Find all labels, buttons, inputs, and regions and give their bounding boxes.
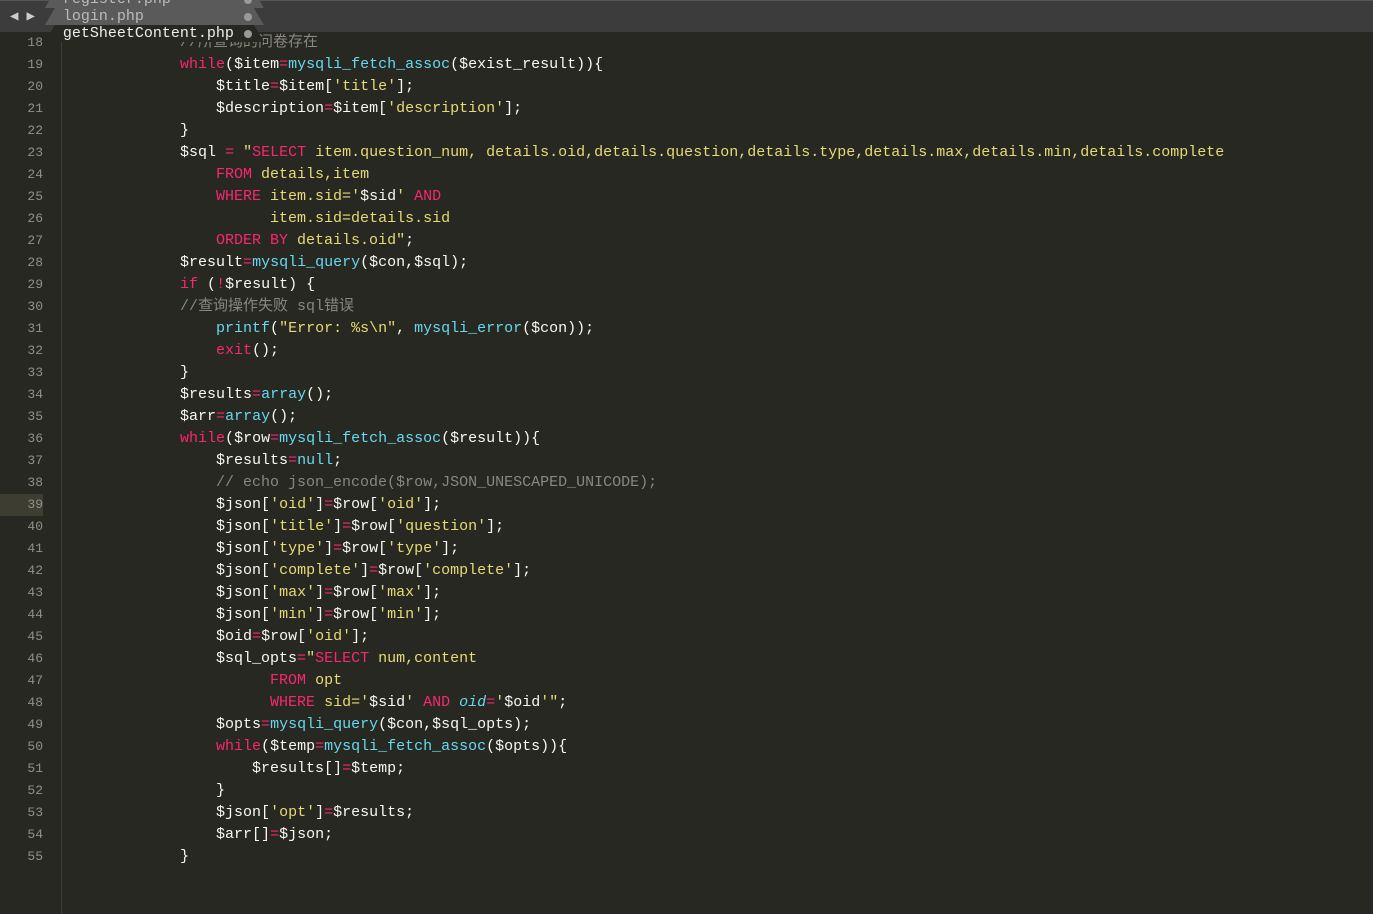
line-number: 36	[0, 428, 43, 450]
code-line[interactable]: FROM opt	[72, 670, 1373, 692]
code-line[interactable]: $results=null;	[72, 450, 1373, 472]
tab-bar: ◀ ▶ register.phplogin.phpgetSheetContent…	[0, 0, 1373, 32]
tab-label: getSheetContent.php	[63, 25, 234, 42]
line-number: 42	[0, 560, 43, 582]
line-number-gutter: 1819202122232425262728293031323334353637…	[0, 32, 62, 914]
line-number: 26	[0, 208, 43, 230]
code-line[interactable]: exit();	[72, 340, 1373, 362]
line-number: 33	[0, 362, 43, 384]
code-line[interactable]: $json['title']=$row['question'];	[72, 516, 1373, 538]
line-number: 51	[0, 758, 43, 780]
line-number: 52	[0, 780, 43, 802]
code-line[interactable]: }	[72, 780, 1373, 802]
code-line[interactable]: //查询操作失败 sql错误	[72, 296, 1373, 318]
code-line[interactable]: WHERE item.sid='$sid' AND	[72, 186, 1373, 208]
code-line[interactable]: printf("Error: %s\n", mysqli_error($con)…	[72, 318, 1373, 340]
line-number: 44	[0, 604, 43, 626]
code-line[interactable]: WHERE sid='$sid' AND oid='$oid'";	[72, 692, 1373, 714]
line-number: 21	[0, 98, 43, 120]
tabs-container: register.phplogin.phpgetSheetContent.php	[45, 0, 266, 42]
code-line[interactable]: $sql = "SELECT item.question_num, detail…	[72, 142, 1373, 164]
code-line[interactable]: // echo json_encode($row,JSON_UNESCAPED_…	[72, 472, 1373, 494]
line-number: 48	[0, 692, 43, 714]
code-line[interactable]: FROM details,item	[72, 164, 1373, 186]
line-number: 28	[0, 252, 43, 274]
code-line[interactable]: }	[72, 846, 1373, 868]
line-number: 31	[0, 318, 43, 340]
code-line[interactable]: $arr=array();	[72, 406, 1373, 428]
line-number: 23	[0, 142, 43, 164]
tab-label: login.php	[63, 8, 144, 25]
dirty-indicator-icon[interactable]	[244, 0, 252, 4]
tab-register-php[interactable]: register.php	[45, 0, 264, 8]
code-line[interactable]: $sql_opts="SELECT num,content	[72, 648, 1373, 670]
line-number: 43	[0, 582, 43, 604]
line-number: 18	[0, 32, 43, 54]
tab-getSheetContent-php[interactable]: getSheetContent.php	[45, 25, 264, 42]
code-line[interactable]: $json['max']=$row['max'];	[72, 582, 1373, 604]
code-line[interactable]: while($temp=mysqli_fetch_assoc($opts)){	[72, 736, 1373, 758]
line-number: 27	[0, 230, 43, 252]
line-number: 32	[0, 340, 43, 362]
code-line[interactable]: //所查询的问卷存在	[72, 32, 1373, 54]
line-number: 19	[0, 54, 43, 76]
line-number: 30	[0, 296, 43, 318]
code-line[interactable]: $json['complete']=$row['complete'];	[72, 560, 1373, 582]
code-line[interactable]: item.sid=details.sid	[72, 208, 1373, 230]
code-line[interactable]: $title=$item['title'];	[72, 76, 1373, 98]
code-line[interactable]: }	[72, 362, 1373, 384]
code-line[interactable]: ORDER BY details.oid";	[72, 230, 1373, 252]
code-line[interactable]: $arr[]=$json;	[72, 824, 1373, 846]
line-number: 22	[0, 120, 43, 142]
dirty-indicator-icon[interactable]	[244, 13, 252, 21]
line-number: 35	[0, 406, 43, 428]
code-line[interactable]: $result=mysqli_query($con,$sql);	[72, 252, 1373, 274]
line-number: 47	[0, 670, 43, 692]
code-line[interactable]: if (!$result) {	[72, 274, 1373, 296]
line-number: 20	[0, 76, 43, 98]
back-arrow-icon[interactable]: ◀	[10, 8, 18, 25]
code-line[interactable]: $description=$item['description'];	[72, 98, 1373, 120]
line-number: 29	[0, 274, 43, 296]
line-number: 25	[0, 186, 43, 208]
line-number: 38	[0, 472, 43, 494]
line-number: 45	[0, 626, 43, 648]
line-number: 54	[0, 824, 43, 846]
code-area[interactable]: //所查询的问卷存在 while($item=mysqli_fetch_asso…	[62, 32, 1373, 914]
code-line[interactable]: }	[72, 120, 1373, 142]
dirty-indicator-icon[interactable]	[244, 30, 252, 38]
tab-login-php[interactable]: login.php	[45, 8, 264, 25]
code-line[interactable]: $json['oid']=$row['oid'];	[72, 494, 1373, 516]
line-number: 49	[0, 714, 43, 736]
line-number: 41	[0, 538, 43, 560]
line-number: 53	[0, 802, 43, 824]
tab-label: register.php	[63, 0, 171, 8]
line-number: 39	[0, 494, 43, 516]
code-line[interactable]: $json['opt']=$results;	[72, 802, 1373, 824]
code-line[interactable]: $oid=$row['oid'];	[72, 626, 1373, 648]
line-number: 50	[0, 736, 43, 758]
nav-arrows: ◀ ▶	[0, 8, 45, 25]
code-line[interactable]: $json['type']=$row['type'];	[72, 538, 1373, 560]
code-line[interactable]: $json['min']=$row['min'];	[72, 604, 1373, 626]
editor: 1819202122232425262728293031323334353637…	[0, 32, 1373, 914]
line-number: 40	[0, 516, 43, 538]
line-number: 24	[0, 164, 43, 186]
line-number: 55	[0, 846, 43, 868]
code-line[interactable]: while($row=mysqli_fetch_assoc($result)){	[72, 428, 1373, 450]
line-number: 37	[0, 450, 43, 472]
code-line[interactable]: $results[]=$temp;	[72, 758, 1373, 780]
code-line[interactable]: $results=array();	[72, 384, 1373, 406]
line-number: 46	[0, 648, 43, 670]
forward-arrow-icon[interactable]: ▶	[26, 8, 34, 25]
code-line[interactable]: while($item=mysqli_fetch_assoc($exist_re…	[72, 54, 1373, 76]
code-line[interactable]: $opts=mysqli_query($con,$sql_opts);	[72, 714, 1373, 736]
line-number: 34	[0, 384, 43, 406]
